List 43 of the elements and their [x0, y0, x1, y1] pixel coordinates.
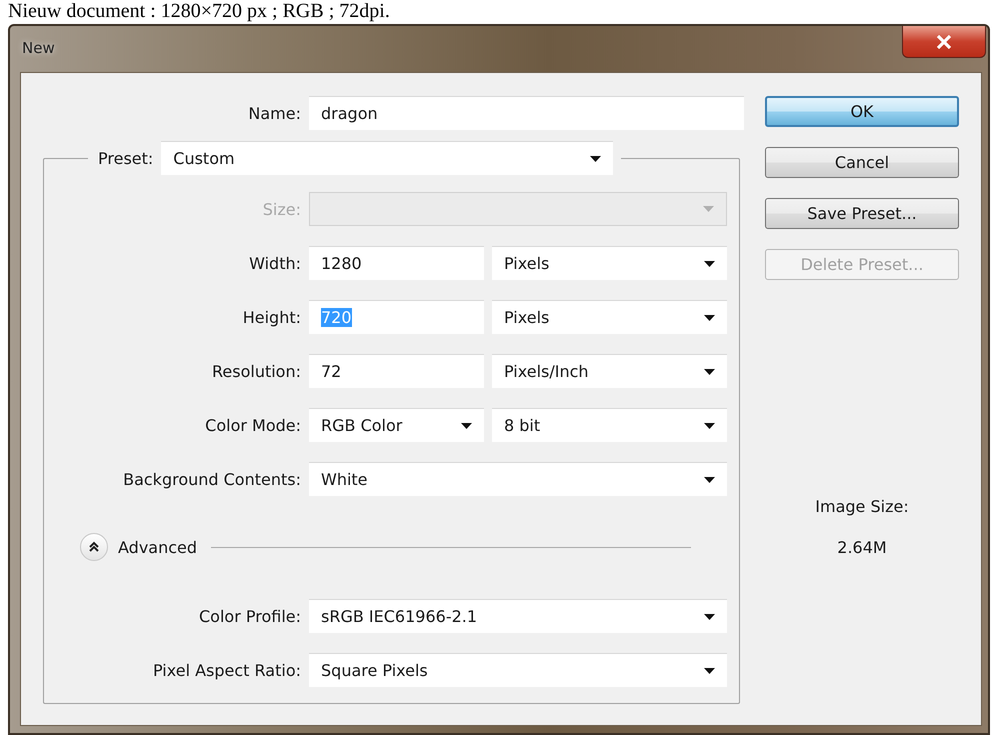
name-field[interactable]: dragon — [309, 96, 744, 130]
caret-icon — [704, 614, 715, 620]
caret-icon — [461, 422, 472, 428]
mode-dropdown[interactable]: RGB Color — [309, 408, 484, 442]
field-label: Color Profile: — [198, 606, 301, 626]
caption-text: Nieuw document : 1280×720 px ; RGB ; 72dpi. — [8, 0, 390, 22]
dropdown[interactable]: sRGB IEC61966-2.1 — [309, 599, 727, 633]
field-label: Size: — [262, 200, 301, 218]
close-icon — [936, 34, 952, 48]
unit-dropdown[interactable]: Pixels — [492, 300, 727, 334]
caret-icon — [704, 668, 715, 674]
close-button[interactable] — [902, 26, 986, 58]
field-label: Background Contents: — [122, 470, 301, 488]
bit-depth-dropdown[interactable]: 8 bit — [492, 408, 727, 442]
dropdown[interactable]: White — [309, 462, 727, 496]
image-size-label: Image Size: — [815, 497, 909, 516]
field-label: Resolution: — [211, 362, 301, 380]
window-title: New — [22, 39, 55, 57]
caret-icon — [704, 422, 715, 428]
field-label: Color Mode: — [204, 416, 301, 434]
caret-icon — [704, 368, 715, 374]
field-label: Pixel Aspect Ratio: — [152, 660, 301, 680]
ok-button[interactable]: OK — [765, 96, 959, 127]
section-label: Advanced — [118, 538, 198, 556]
save-preset-button[interactable]: Save Preset... — [765, 198, 959, 229]
caret-icon — [590, 156, 602, 162]
unit-dropdown[interactable]: Pixels/Inch — [492, 354, 727, 388]
dropdown[interactable]: Square Pixels — [309, 653, 727, 687]
caret-icon — [703, 206, 714, 212]
preset-dropdown[interactable]: Custom — [161, 141, 614, 175]
unit-dropdown[interactable]: Pixels — [492, 246, 727, 280]
expand-button[interactable] — [80, 533, 108, 561]
image-size-value: 2.64M — [837, 538, 887, 557]
field-label: Name: — [247, 104, 301, 122]
field-label: Preset: — [98, 148, 154, 168]
field-label: Height: — [242, 308, 301, 326]
caret-icon — [704, 260, 715, 266]
caret-icon — [704, 314, 715, 320]
cancel-button[interactable]: Cancel — [765, 147, 959, 178]
input-field[interactable]: 72 — [309, 354, 484, 388]
field-label: Width: — [248, 254, 301, 272]
caret-icon — [704, 476, 715, 482]
input-field[interactable]: 1280 — [309, 246, 484, 280]
